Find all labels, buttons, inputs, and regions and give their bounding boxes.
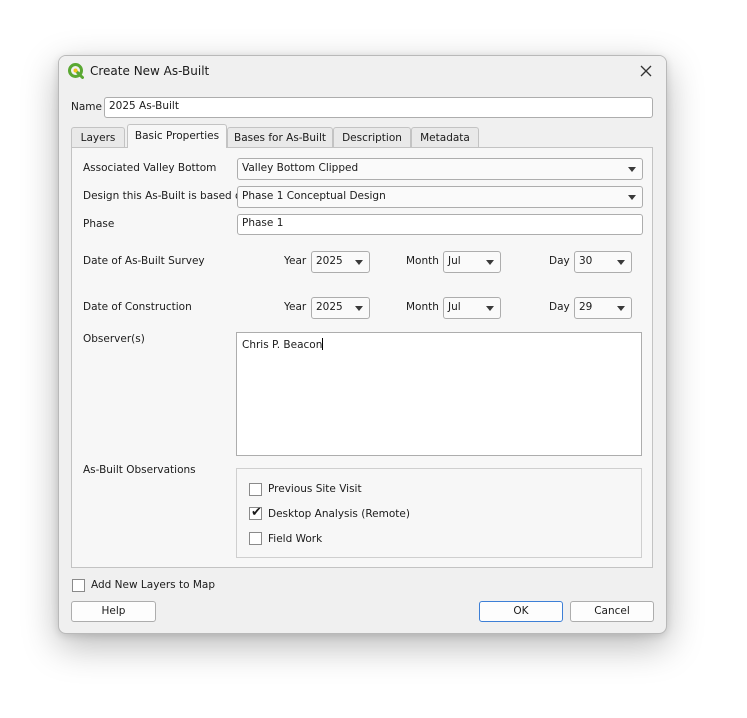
cancel-button[interactable]: Cancel (570, 601, 654, 622)
field-work-label: Field Work (268, 533, 323, 545)
phase-input[interactable]: Phase 1 (237, 214, 643, 235)
survey-month-value: Jul (448, 255, 461, 267)
chevron-down-icon (628, 195, 636, 200)
close-icon (640, 65, 652, 77)
valley-bottom-value: Valley Bottom Clipped (242, 162, 359, 174)
add-layers-checkbox[interactable] (72, 579, 85, 592)
tab-bases-for-as-built[interactable]: Bases for As-Built (227, 127, 333, 147)
construction-month-value: Jul (448, 301, 461, 313)
survey-month-label: Month (406, 255, 439, 267)
create-as-built-dialog: Create New As-Built Name 2025 As-Built L… (58, 55, 667, 634)
construction-month-label: Month (406, 301, 439, 313)
construction-day-label: Day (549, 301, 570, 313)
observers-label: Observer(s) (83, 333, 145, 345)
chevron-down-icon (486, 260, 494, 265)
survey-year-select[interactable]: 2025 (311, 251, 370, 273)
tab-description[interactable]: Description (333, 127, 411, 147)
chevron-down-icon (617, 306, 625, 311)
construction-day-select[interactable]: 29 (574, 297, 632, 319)
design-value: Phase 1 Conceptual Design (242, 190, 386, 202)
chevron-down-icon (486, 306, 494, 311)
name-label: Name (71, 101, 102, 113)
desktop-analysis-label: Desktop Analysis (Remote) (268, 508, 410, 520)
valley-bottom-select[interactable]: Valley Bottom Clipped (237, 158, 643, 180)
survey-year-value: 2025 (316, 255, 343, 267)
close-button[interactable] (626, 56, 666, 86)
survey-date-label: Date of As-Built Survey (83, 255, 205, 267)
construction-year-value: 2025 (316, 301, 343, 313)
title-bar: Create New As-Built (59, 56, 666, 86)
survey-year-label: Year (284, 255, 307, 267)
observers-value: Chris P. Beacon (242, 339, 323, 351)
name-input[interactable]: 2025 As-Built (104, 97, 653, 118)
survey-day-value: 30 (579, 255, 593, 267)
construction-day-value: 29 (579, 301, 593, 313)
observers-textarea[interactable]: Chris P. Beacon (236, 332, 642, 456)
phase-label: Phase (83, 218, 115, 230)
previous-site-visit-label: Previous Site Visit (268, 483, 362, 495)
construction-month-select[interactable]: Jul (443, 297, 501, 319)
construction-year-select[interactable]: 2025 (311, 297, 370, 319)
chevron-down-icon (628, 167, 636, 172)
chevron-down-icon (355, 260, 363, 265)
design-select[interactable]: Phase 1 Conceptual Design (237, 186, 643, 208)
field-work-checkbox[interactable] (249, 532, 262, 545)
design-label: Design this As-Built is based on (83, 190, 249, 202)
construction-date-label: Date of Construction (83, 301, 192, 313)
checkmark-icon: ✔ (251, 505, 262, 520)
ok-button[interactable]: OK (479, 601, 563, 622)
desktop-analysis-checkbox[interactable]: ✔ (249, 505, 262, 520)
text-caret (322, 338, 324, 350)
help-button[interactable]: Help (71, 601, 156, 622)
observations-group: Previous Site Visit ✔ Desktop Analysis (… (236, 468, 642, 558)
observations-label: As-Built Observations (83, 464, 196, 476)
chevron-down-icon (355, 306, 363, 311)
tab-basic-properties[interactable]: Basic Properties (127, 124, 227, 148)
window-title: Create New As-Built (90, 64, 210, 78)
tab-metadata[interactable]: Metadata (411, 127, 479, 147)
valley-bottom-label: Associated Valley Bottom (83, 162, 217, 174)
survey-month-select[interactable]: Jul (443, 251, 501, 273)
qgis-logo-icon (68, 63, 84, 79)
tab-layers[interactable]: Layers (71, 127, 125, 147)
chevron-down-icon (617, 260, 625, 265)
construction-year-label: Year (284, 301, 307, 313)
previous-site-visit-checkbox[interactable] (249, 483, 262, 496)
add-layers-label: Add New Layers to Map (91, 579, 216, 591)
survey-day-label: Day (549, 255, 570, 267)
survey-day-select[interactable]: 30 (574, 251, 632, 273)
